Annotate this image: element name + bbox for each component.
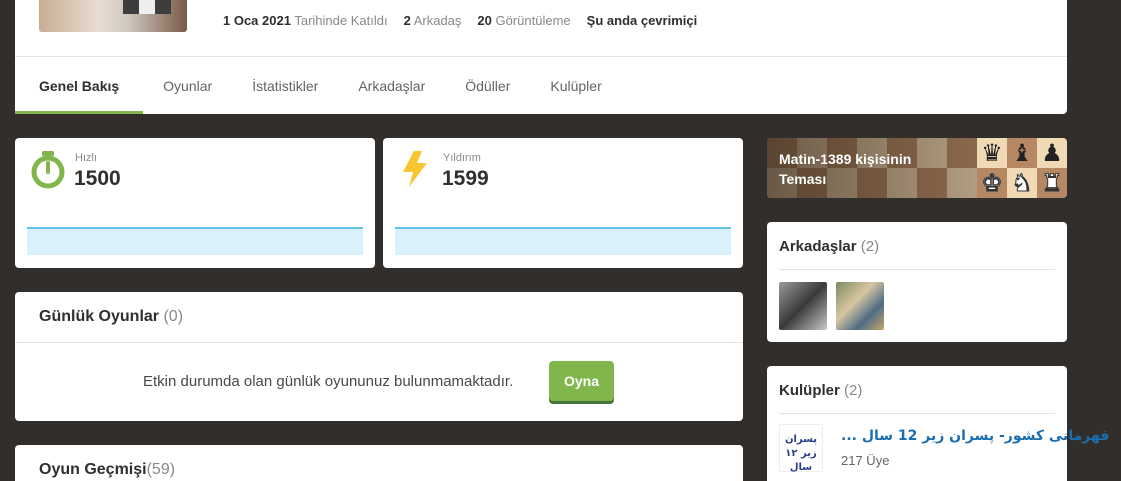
joined-label: Tarihinde Katıldı <box>294 13 388 28</box>
white-rook-icon: ♜ <box>1041 169 1064 198</box>
black-pawn-icon: ♟ <box>1041 139 1063 167</box>
play-button[interactable]: Oyna <box>549 361 614 401</box>
daily-games-section: Günlük Oyunlar (0) Etkin durumda olan gü… <box>15 292 743 421</box>
empty-message: Etkin durumda olan günlük oyununuz bulun… <box>143 373 514 390</box>
tab-awards[interactable]: Ödüller <box>445 57 530 114</box>
avatar-square <box>139 0 155 14</box>
rating-card-rapid[interactable]: Hızlı 1500 <box>15 138 375 268</box>
clubs-section: Kulüpler (2) پسران زیر ۱۲ سال ... قهرمان… <box>767 366 1109 481</box>
rating-label: Hızlı <box>75 152 97 164</box>
club-logo[interactable]: پسران زیر ۱۲ سال <box>779 424 823 473</box>
avatar[interactable] <box>39 0 187 32</box>
history-count: (59) <box>146 461 176 478</box>
friends-title: Arkadaşlar <box>779 238 857 255</box>
game-history-section: Oyun Geçmişi(59) <box>15 445 743 481</box>
section-divider <box>779 269 1055 270</box>
joined-date: 1 Oca 2021 <box>223 13 291 28</box>
tab-friends[interactable]: Arkadaşlar <box>338 57 445 114</box>
avatar-square <box>155 0 171 14</box>
daily-title: Günlük Oyunlar <box>39 308 160 325</box>
history-title: Oyun Geçmişi <box>39 461 147 478</box>
views-label: Görüntüleme <box>495 13 571 28</box>
section-title[interactable]: Arkadaşlar (2) <box>779 238 879 255</box>
white-knight-icon: ♞ <box>1011 169 1034 198</box>
friends-info[interactable]: 2 Arkadaş <box>404 13 462 28</box>
theme-title: Matin-1389 kişisinin Teması <box>779 151 912 187</box>
tab-games[interactable]: Oyunlar <box>143 57 232 114</box>
theme-card[interactable]: Matin-1389 kişisinin Teması ♛ ♝ ♟ ♚ ♞ ♜ <box>767 138 1067 198</box>
friend-avatar[interactable] <box>836 282 884 330</box>
daily-count: (0) <box>163 308 184 325</box>
section-title[interactable]: Oyun Geçmişi(59) <box>39 461 175 479</box>
white-king-icon: ♚ <box>981 169 1004 198</box>
section-title[interactable]: Kulüpler (2) <box>779 382 862 399</box>
joined-info: 1 Oca 2021 Tarihinde Katıldı <box>223 13 388 28</box>
rating-card-blitz[interactable]: Yıldırım 1599 <box>383 138 743 268</box>
friends-section: Arkadaşlar (2) <box>767 222 1067 342</box>
views-count: 20 <box>477 13 492 28</box>
clubs-title: Kulüpler <box>779 382 840 399</box>
friends-count: 2 <box>403 13 411 28</box>
friends-label: Arkadaş <box>413 13 462 28</box>
profile-meta: 1 Oca 2021 Tarihinde Katıldı 2 Arkadaş 2… <box>223 13 697 28</box>
rating-value: 1599 <box>442 167 489 190</box>
section-title[interactable]: Günlük Oyunlar (0) <box>39 308 183 326</box>
club-members: 217 Üye <box>841 453 890 468</box>
club-name-link[interactable]: ... قهرمانی کشور- پسران زیر 12 سال <box>841 428 1109 444</box>
rating-graph <box>27 227 363 255</box>
section-divider <box>779 413 1055 414</box>
profile-tabs: Genel Bakış Oyunlar İstatistikler Arkada… <box>15 57 622 114</box>
friend-avatar[interactable] <box>779 282 827 330</box>
online-status: Şu anda çevrimiçi <box>586 13 698 28</box>
section-divider <box>15 342 743 343</box>
views-info: 20 Görüntüleme <box>477 13 570 28</box>
black-bishop-icon: ♝ <box>1011 139 1033 167</box>
black-queen-icon: ♛ <box>981 139 1003 167</box>
friends-count: (2) <box>860 238 880 255</box>
lightning-icon <box>403 151 427 187</box>
tab-clubs[interactable]: Kulüpler <box>530 57 621 114</box>
stopwatch-icon <box>31 151 65 189</box>
tab-stats[interactable]: İstatistikler <box>232 57 338 114</box>
avatar-square <box>123 0 139 14</box>
tab-overview[interactable]: Genel Bakış <box>15 57 144 114</box>
profile-header: 1 Oca 2021 Tarihinde Katıldı 2 Arkadaş 2… <box>15 0 1067 114</box>
rating-label: Yıldırım <box>443 152 481 164</box>
clubs-count: (2) <box>844 382 863 399</box>
rating-graph <box>395 227 731 255</box>
rating-value: 1500 <box>74 167 121 190</box>
